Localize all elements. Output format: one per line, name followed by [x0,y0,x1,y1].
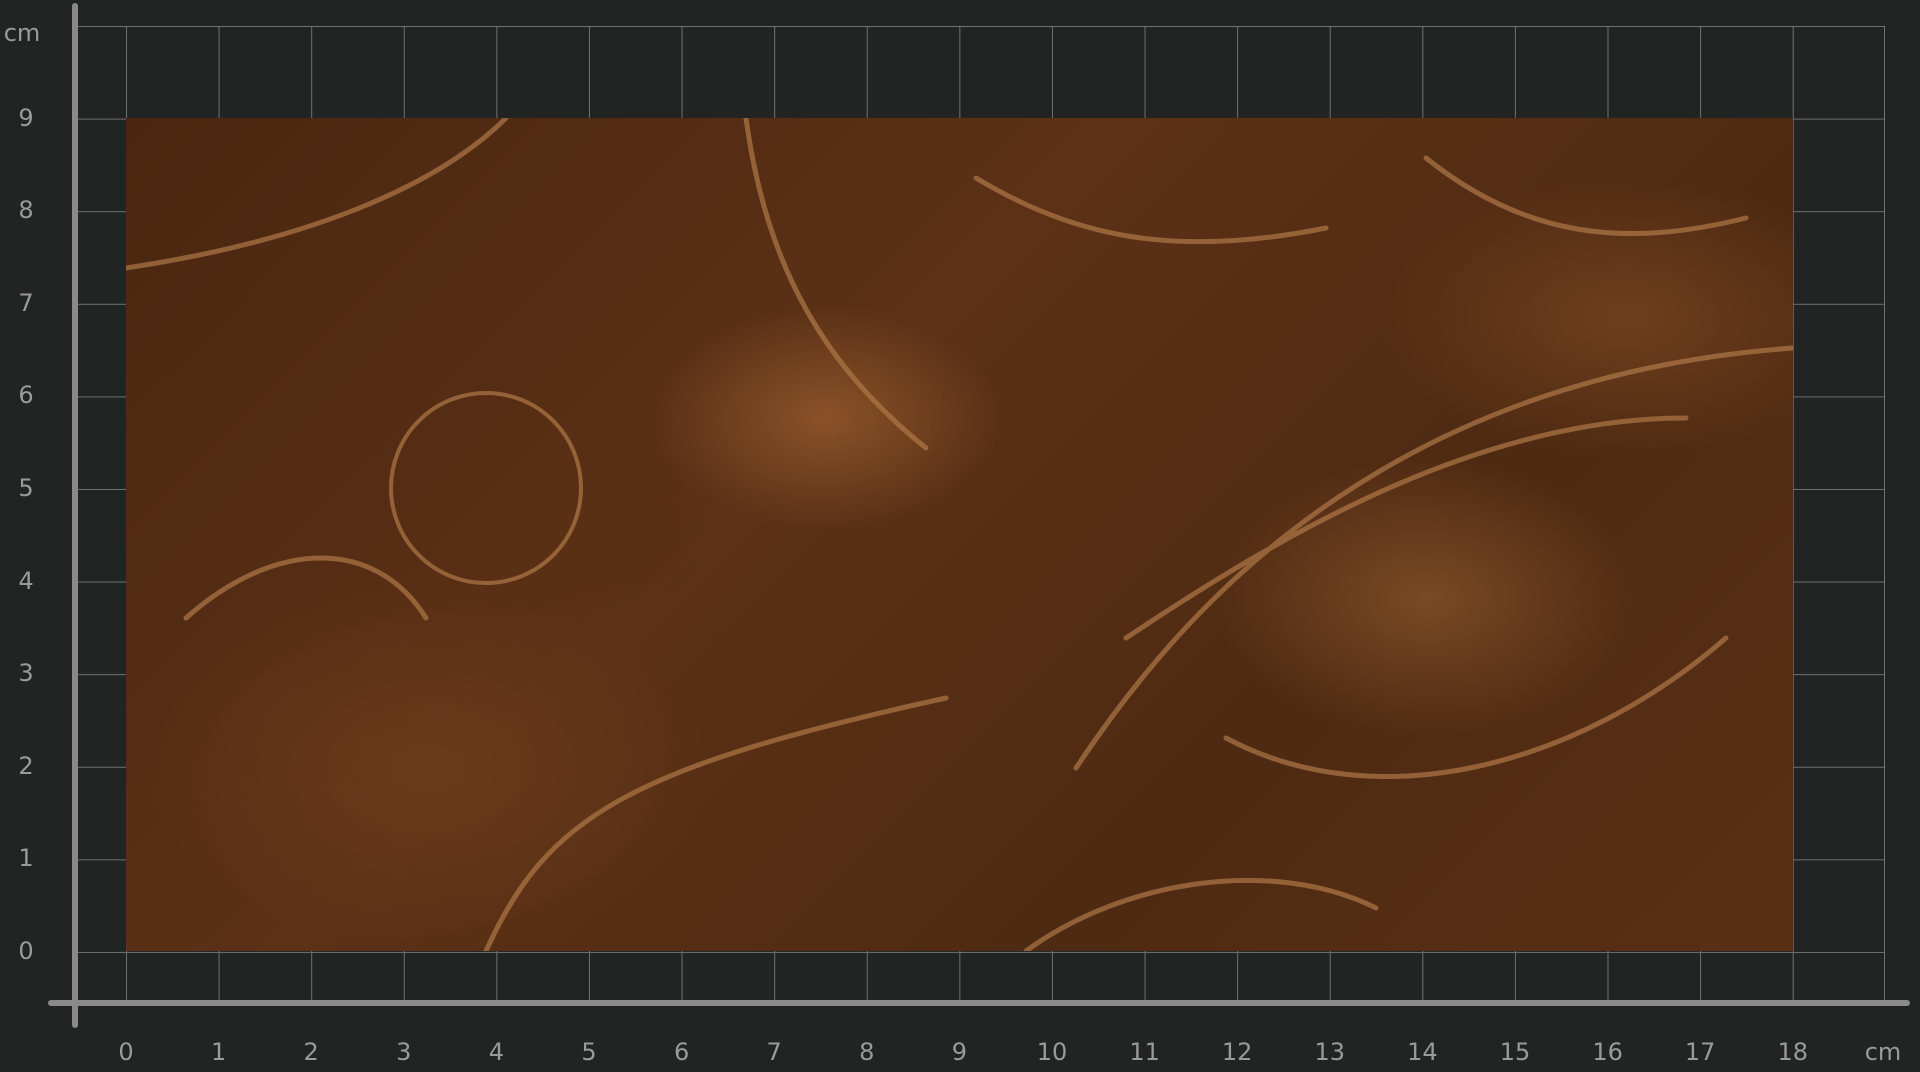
x-axis [48,1000,1910,1006]
x-tick-label: 13 [1314,1038,1346,1066]
y-tick-label: 5 [18,474,34,502]
y-tick-label: 0 [18,937,34,965]
y-tick-label: 1 [18,844,34,873]
x-unit-label: cm [1864,1038,1902,1066]
x-tick-label: 4 [488,1038,505,1066]
x-tick-label: 7 [766,1038,782,1066]
tooled-leather-sample-image [126,118,1793,951]
y-axis [72,3,78,1028]
y-unit-label: cm [3,19,41,47]
y-tick-label: 3 [18,659,34,688]
y-tick-label: 6 [18,381,34,410]
x-tick-label: 14 [1407,1038,1438,1066]
x-tick-label: 2 [303,1038,319,1066]
x-tick-label: 12 [1221,1038,1253,1066]
x-tick-label: 18 [1777,1038,1809,1066]
y-tick-label: 9 [18,103,34,132]
x-tick-label: 9 [951,1038,968,1066]
y-tick-label: 7 [18,288,34,317]
x-tick-label: 10 [1036,1038,1068,1066]
x-tick-label: 0 [118,1038,134,1066]
x-tick-label: 1 [210,1038,227,1066]
x-tick-label: 6 [673,1038,690,1066]
x-tick-label: 5 [581,1038,597,1066]
grid-line [1884,26,1885,1003]
x-tick-label: 11 [1129,1038,1160,1066]
y-tick-label: 2 [18,751,34,780]
x-tick-label: 3 [396,1038,412,1066]
x-tick-label: 8 [859,1038,875,1066]
x-tick-label: 16 [1592,1038,1623,1066]
y-tick-label: 8 [18,196,34,225]
x-tick-label: 17 [1684,1038,1716,1066]
x-tick-label: 15 [1499,1038,1531,1066]
y-tick-label: 4 [18,566,34,595]
